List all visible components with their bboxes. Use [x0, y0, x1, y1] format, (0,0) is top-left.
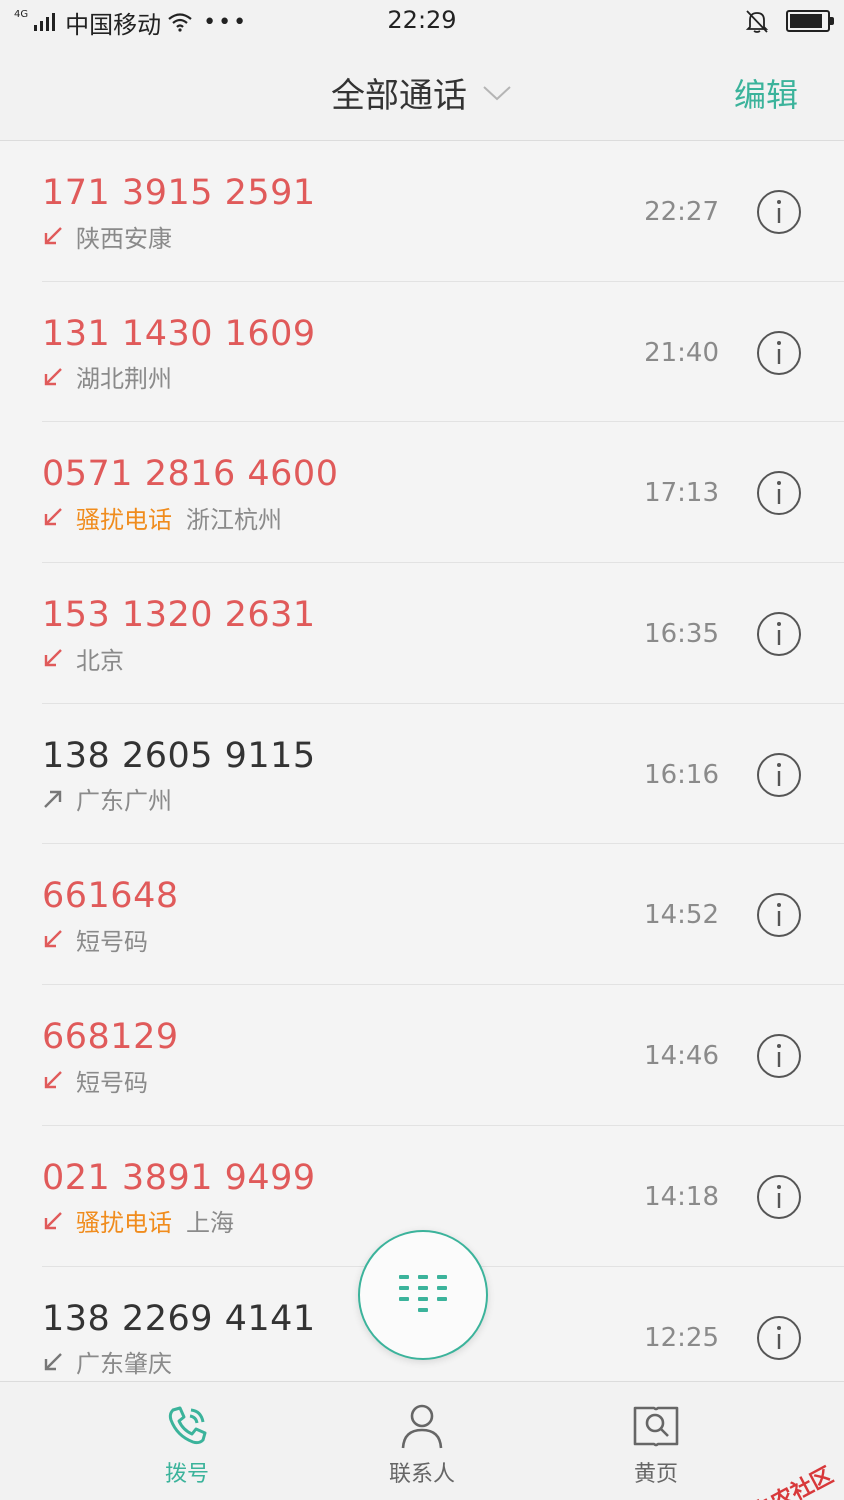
call-time: 16:16 — [644, 759, 719, 790]
incoming-call-icon — [42, 1210, 64, 1232]
call-row[interactable]: 138 2605 9115 广东广州 16:16 — [0, 704, 844, 845]
status-time: 22:29 — [387, 6, 457, 34]
phone-number: 131 1430 1609 — [42, 313, 316, 354]
status-bar: 4G 中国移动 ••• 22:29 — [0, 0, 844, 44]
call-time: 16:35 — [644, 619, 719, 650]
call-filter-dropdown[interactable]: 全部通话 — [0, 44, 844, 141]
phone-icon — [168, 1406, 207, 1445]
info-icon[interactable] — [756, 611, 802, 657]
caller-location: 短号码 — [76, 927, 148, 956]
phone-number: 0571 2816 4600 — [42, 454, 339, 495]
spam-tag: 骚扰电话 — [76, 1209, 172, 1238]
bottom-navigation: 拨号 联系人 黄页 卡农社区 — [0, 1381, 844, 1500]
tab-contacts[interactable]: 联系人 — [322, 1382, 522, 1500]
call-log-list: 171 3915 2591 陕西安康 22:27 131 1430 1609 湖北荆州 2… — [0, 141, 844, 1407]
call-time: 17:13 — [644, 478, 719, 509]
call-time: 12:25 — [644, 1322, 719, 1353]
caller-location: 广东广州 — [76, 787, 172, 816]
call-row[interactable]: 0571 2816 4600 骚扰电话 浙江杭州 17:13 — [0, 422, 844, 563]
caller-location: 浙江杭州 — [186, 505, 282, 534]
call-details: 短号码 — [42, 924, 148, 956]
call-row[interactable]: 668129 短号码 14:46 — [0, 985, 844, 1126]
tab-contacts-label: 联系人 — [388, 1462, 455, 1487]
tab-yellow-pages[interactable]: 黄页 — [556, 1382, 756, 1500]
info-icon[interactable] — [756, 189, 802, 235]
battery-level — [790, 14, 822, 28]
incoming-call-icon — [42, 225, 64, 247]
info-icon[interactable] — [756, 1174, 802, 1220]
caller-location: 广东肇庆 — [76, 1350, 172, 1378]
phone-number: 138 2605 9115 — [42, 735, 316, 776]
spam-tag: 骚扰电话 — [76, 505, 172, 534]
info-icon[interactable] — [756, 1315, 802, 1361]
phone-number: 153 1320 2631 — [42, 595, 316, 636]
bell-muted-icon — [745, 10, 769, 33]
status-right — [744, 8, 834, 34]
incoming-call-icon — [42, 1351, 64, 1373]
call-details: 骚扰电话 上海 — [42, 1206, 234, 1238]
incoming-call-icon — [42, 1069, 64, 1091]
info-icon[interactable] — [756, 330, 802, 376]
phone-number: 138 2269 4141 — [42, 1298, 316, 1339]
chevron-down-icon — [483, 85, 511, 100]
incoming-call-icon — [42, 506, 64, 528]
call-time: 22:27 — [644, 197, 719, 227]
call-row[interactable]: 661648 短号码 14:52 — [0, 844, 844, 985]
call-row[interactable]: 171 3915 2591 陕西安康 22:27 — [0, 141, 844, 282]
incoming-call-icon — [42, 928, 64, 950]
phone-number: 171 3915 2591 — [42, 173, 316, 213]
info-icon[interactable] — [756, 752, 802, 798]
incoming-call-icon — [42, 647, 64, 669]
battery-icon — [786, 10, 834, 32]
caller-location: 陕西安康 — [76, 224, 172, 253]
outgoing-call-icon — [42, 788, 64, 810]
person-icon — [401, 1404, 443, 1449]
caller-location: 上海 — [186, 1209, 234, 1238]
phone-number: 661648 — [42, 876, 179, 917]
call-details: 短号码 — [42, 1065, 148, 1097]
call-details: 湖北荆州 — [42, 362, 172, 394]
call-time: 14:46 — [644, 1041, 719, 1072]
call-time: 14:52 — [644, 900, 719, 931]
dialpad-icon — [399, 1275, 447, 1312]
tab-dial[interactable]: 拨号 — [87, 1382, 287, 1500]
incoming-call-icon — [42, 366, 64, 388]
call-row[interactable]: 153 1320 2631 北京 16:35 — [0, 563, 844, 704]
phone-number: 668129 — [42, 1017, 179, 1058]
tab-yellow-pages-label: 黄页 — [633, 1462, 678, 1487]
watermark-text: 卡农社区 — [748, 1463, 838, 1500]
info-icon[interactable] — [756, 892, 802, 938]
yellow-pages-icon — [633, 1406, 679, 1447]
app-header: 全部通话 编辑 — [0, 44, 844, 141]
info-icon[interactable] — [756, 470, 802, 516]
tab-dial-label: 拨号 — [164, 1462, 209, 1487]
phone-number: 021 3891 9499 — [42, 1157, 316, 1198]
call-details: 广东广州 — [42, 784, 172, 816]
call-time: 21:40 — [644, 337, 719, 368]
caller-location: 短号码 — [76, 1068, 148, 1097]
call-time: 14:18 — [644, 1181, 719, 1212]
dialpad-button[interactable] — [358, 1230, 488, 1360]
caller-location: 湖北荆州 — [76, 365, 172, 394]
call-details: 骚扰电话 浙江杭州 — [42, 502, 282, 534]
call-details: 陕西安康 — [42, 221, 172, 253]
edit-button[interactable]: 编辑 — [734, 70, 798, 116]
info-icon[interactable] — [756, 1033, 802, 1079]
caller-location: 北京 — [76, 646, 124, 675]
call-row[interactable]: 131 1430 1609 湖北荆州 21:40 — [0, 282, 844, 423]
call-details: 北京 — [42, 643, 124, 675]
page-title: 全部通话 — [331, 76, 467, 116]
call-details: 广东肇庆 — [42, 1347, 172, 1378]
